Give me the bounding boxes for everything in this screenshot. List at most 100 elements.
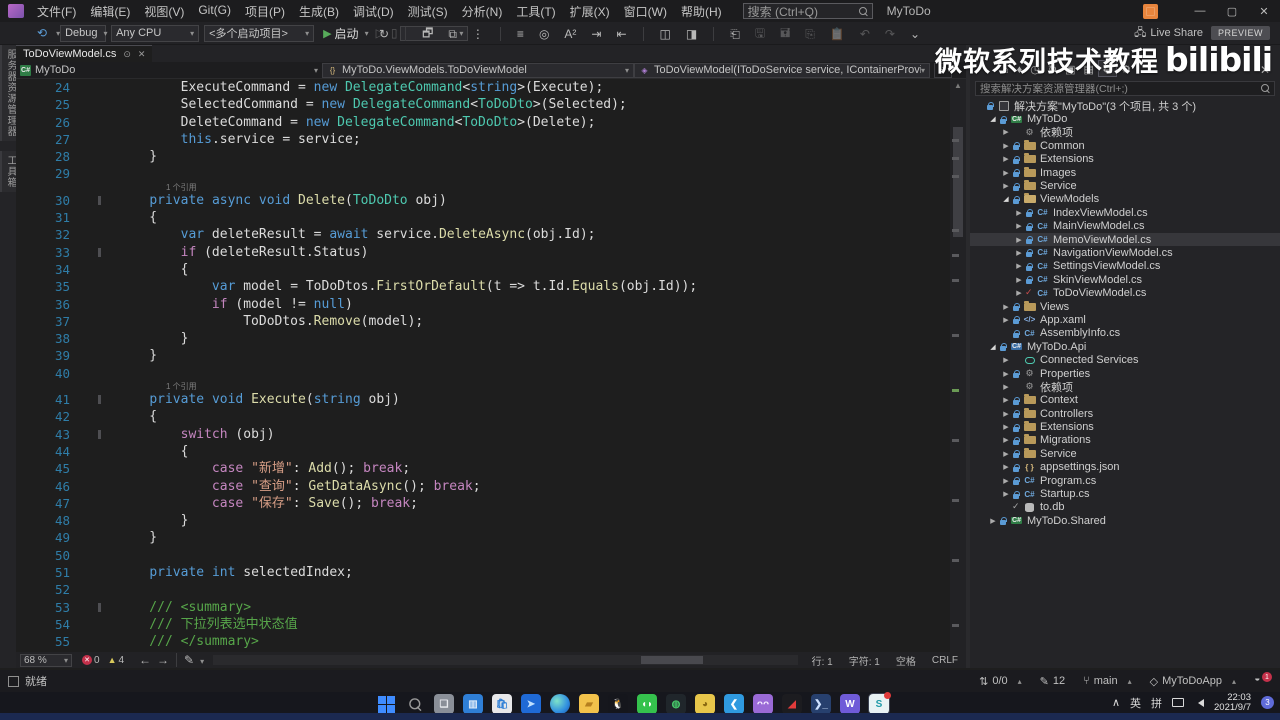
- tree-item[interactable]: ▶ </> App.xaml: [970, 313, 1280, 326]
- menu-item-0[interactable]: 文件(F): [30, 0, 83, 23]
- expand-arrow-icon[interactable]: ▶: [1001, 370, 1011, 378]
- tree-item[interactable]: ▶ Extensions: [970, 420, 1280, 433]
- green-ring-app-button[interactable]: ◍: [666, 694, 686, 714]
- tree-item[interactable]: 解决方案"MyToDo"(3 个项目, 共 3 个): [970, 99, 1280, 113]
- red-black-app-button[interactable]: ◢: [782, 694, 802, 714]
- tab-close-icon[interactable]: ✕: [138, 49, 146, 60]
- expand-arrow-icon[interactable]: ▶: [1014, 209, 1024, 217]
- indent-in-icon[interactable]: ⇥: [588, 27, 604, 41]
- menu-item-7[interactable]: 测试(S): [401, 0, 455, 23]
- tree-item[interactable]: ▶ Service: [970, 447, 1280, 460]
- nav-back-icon[interactable]: ←: [136, 653, 154, 667]
- split-window-icon[interactable]: ⧉: [445, 27, 460, 42]
- indent-mode[interactable]: 空格: [888, 653, 924, 668]
- expand-arrow-icon[interactable]: ▶: [1001, 383, 1011, 391]
- bookmark-icon[interactable]: ⎗: [727, 27, 743, 42]
- expand-arrow-icon[interactable]: ▶: [1001, 463, 1011, 471]
- expand-arrow-icon[interactable]: ▶: [1001, 169, 1011, 177]
- codelens-references[interactable]: 1 个引用: [16, 183, 950, 192]
- find-symbol-icon[interactable]: ◎: [536, 27, 552, 41]
- widgets-button[interactable]: ▥: [463, 694, 483, 714]
- expand-arrow-icon[interactable]: ▶: [1014, 222, 1024, 230]
- tree-item[interactable]: ▶ Service: [970, 179, 1280, 192]
- tab-todoviewmodel[interactable]: ToDoViewModel.cs ⊙ ✕: [16, 45, 153, 62]
- tree-item[interactable]: ◢ C# MyToDo: [970, 112, 1280, 125]
- live-share-button[interactable]: 🖧 Live Share: [1134, 24, 1203, 43]
- switch-views-icon[interactable]: ♦: [1013, 63, 1027, 77]
- tree-item[interactable]: ▶ C# NavigationViewModel.cs: [970, 246, 1280, 259]
- uncomment-icon[interactable]: ◨: [683, 27, 700, 41]
- zoom-combo[interactable]: 68 % ▾: [20, 653, 72, 667]
- expand-arrow-icon[interactable]: ▶: [1001, 490, 1011, 498]
- close-button[interactable]: ✕: [1248, 0, 1280, 22]
- tree-item[interactable]: ▶ C# MemoViewModel.cs: [970, 232, 1280, 247]
- new-window-icon[interactable]: 🗗: [419, 24, 436, 45]
- wechat-button[interactable]: ◖◗: [637, 694, 657, 714]
- expand-arrow-icon[interactable]: ▶: [1001, 303, 1011, 311]
- menu-item-4[interactable]: 项目(P): [238, 0, 292, 23]
- tree-item[interactable]: ▶ C# MainViewModel.cs: [970, 220, 1280, 233]
- notifications-bell-icon[interactable]: 1: [1254, 672, 1272, 687]
- tree-item[interactable]: ▶ Images: [970, 166, 1280, 179]
- refresh-icon[interactable]: ↻: [376, 27, 392, 41]
- screenshot-app-button[interactable]: S: [869, 692, 891, 714]
- tree-item[interactable]: ▶ C# ToDoViewModel.cs: [970, 286, 1280, 300]
- purple-app-button[interactable]: ᴖᴖ: [753, 694, 773, 714]
- menu-item-9[interactable]: 工具(T): [509, 0, 562, 23]
- git-sync-status[interactable]: ⇅ 0/0 ▴: [979, 675, 1022, 688]
- vscode-button[interactable]: ❮: [724, 694, 744, 714]
- warning-count[interactable]: 4: [118, 655, 124, 666]
- ime-mode[interactable]: 拼: [1151, 695, 1162, 711]
- hscrollbar-thumb[interactable]: [641, 656, 704, 664]
- menu-item-2[interactable]: 视图(V): [137, 0, 191, 23]
- tree-item[interactable]: C# AssemblyInfo.cs: [970, 327, 1280, 340]
- maximize-button[interactable]: ▢: [1216, 0, 1248, 22]
- line-indent-icon[interactable]: ≡: [514, 27, 527, 41]
- refresh-icon[interactable]: ↻: [1044, 62, 1061, 77]
- error-count[interactable]: 0: [94, 655, 100, 666]
- breadcrumb-project[interactable]: C# MyToDo ▾: [16, 63, 322, 78]
- minimize-button[interactable]: —: [1184, 0, 1216, 22]
- nav-backward-icon[interactable]: ⟲: [34, 26, 50, 40]
- qq-button[interactable]: 🐧: [608, 694, 628, 714]
- tree-item[interactable]: ▶ Migrations: [970, 434, 1280, 447]
- collapse-arrow-icon[interactable]: ◢: [988, 343, 998, 351]
- overflow-icon[interactable]: ⋮: [469, 27, 487, 41]
- expand-arrow-icon[interactable]: ▶: [1001, 142, 1011, 150]
- sync-active-document-icon[interactable]: ⇄: [1097, 60, 1118, 77]
- expand-arrow-icon[interactable]: ▶: [1001, 410, 1011, 418]
- show-all-files-icon[interactable]: ▤: [1080, 62, 1098, 77]
- configuration-combo[interactable]: Debug ▾: [60, 24, 108, 42]
- nest-files-icon[interactable]: ▣: [1061, 62, 1079, 77]
- more-icon[interactable]: ⌄: [907, 27, 923, 41]
- git-branch[interactable]: ⑂ main ▴: [1083, 675, 1131, 687]
- eol-mode[interactable]: CRLF: [924, 655, 966, 666]
- wps-button[interactable]: W: [840, 694, 860, 714]
- comment-icon[interactable]: ◫: [657, 27, 674, 41]
- menu-item-5[interactable]: 生成(B): [292, 0, 346, 23]
- menu-item-10[interactable]: 扩展(X): [563, 0, 617, 23]
- user-avatar[interactable]: [1143, 3, 1158, 19]
- code-editor[interactable]: 24 ExecuteCommand = new DelegateCommand<…: [16, 79, 950, 652]
- menu-item-6[interactable]: 调试(D): [346, 0, 401, 23]
- tree-item[interactable]: ▶ ⚙ Properties: [970, 367, 1280, 380]
- menu-item-8[interactable]: 分析(N): [455, 0, 510, 23]
- expand-arrow-icon[interactable]: ▶: [1001, 450, 1011, 458]
- solution-explorer-search-input[interactable]: 搜索解决方案资源管理器(Ctrl+;): [975, 81, 1275, 96]
- expand-arrow-icon[interactable]: ▶: [1001, 477, 1011, 485]
- quick-search-input[interactable]: 搜索 (Ctrl+Q): [742, 3, 873, 19]
- pin-icon[interactable]: ⊙: [123, 49, 131, 60]
- split-editor-button[interactable]: ÷: [934, 62, 952, 78]
- expand-arrow-icon[interactable]: ▶: [1014, 236, 1024, 244]
- tray-chevron-icon[interactable]: ∧: [1112, 696, 1120, 709]
- home-icon[interactable]: ⌂: [998, 63, 1013, 77]
- network-display-icon[interactable]: [1172, 698, 1185, 707]
- tree-item[interactable]: ▶ Common: [970, 139, 1280, 152]
- properties-icon[interactable]: ⚙: [1117, 62, 1135, 77]
- tree-item[interactable]: ▶ { } appsettings.json: [970, 461, 1280, 474]
- tree-item[interactable]: ▶ C# SettingsViewModel.cs: [970, 260, 1280, 273]
- breadcrumb-member[interactable]: ◈ ToDoViewModel(IToDoService service, IC…: [634, 62, 930, 78]
- collapse-arrow-icon[interactable]: ◢: [1001, 195, 1011, 203]
- tree-item[interactable]: ▶ ⚙ 依赖项: [970, 126, 1280, 140]
- platform-combo[interactable]: Any CPU ▾: [111, 24, 200, 42]
